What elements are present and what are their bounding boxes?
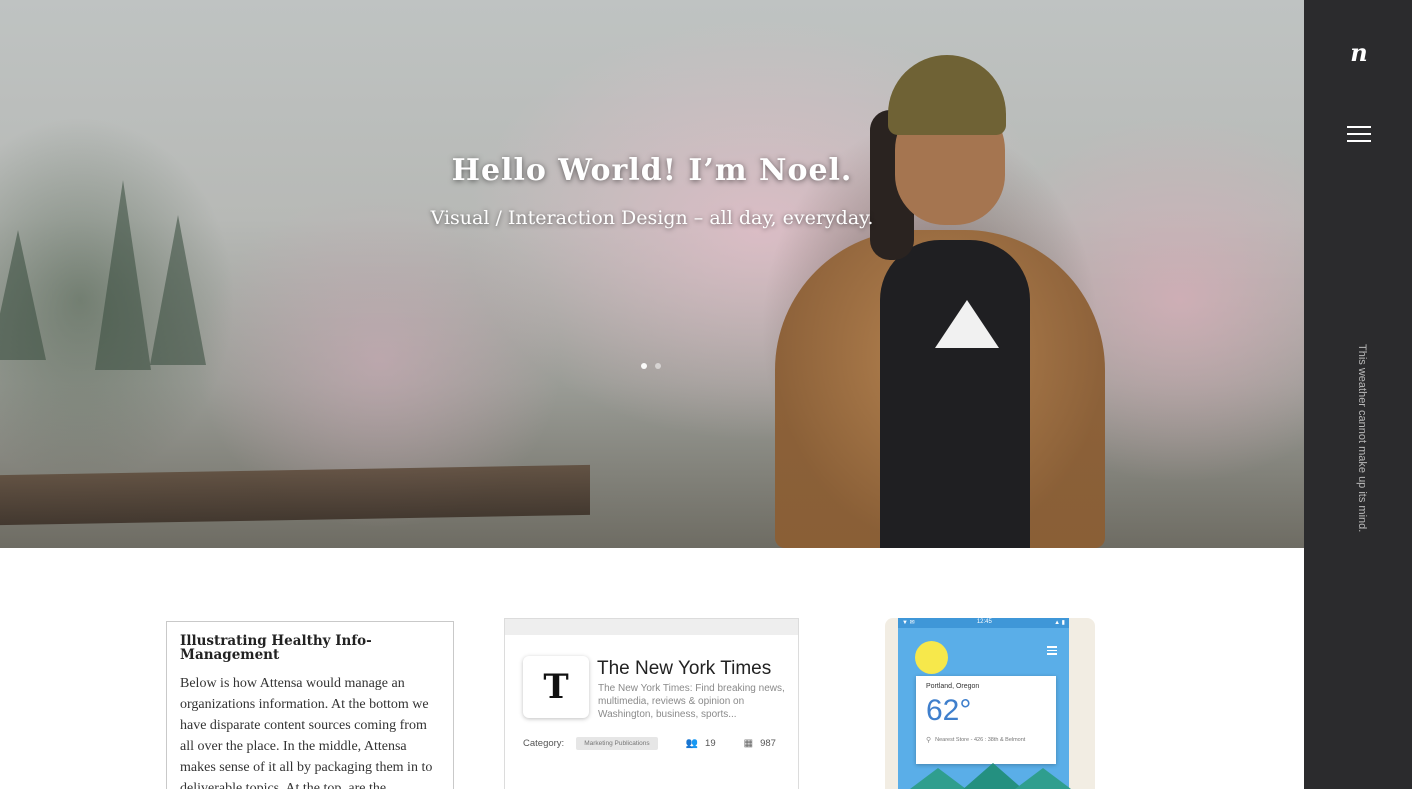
app-menu-icon [1047,646,1057,657]
people-icon: 👥 [685,738,699,749]
project-card-weather-app[interactable]: ▼ ✉ 12:45 ▲ ▮ Portland, Oregon 62° ⚲ Nea… [885,618,1095,789]
slider-dot[interactable] [641,363,647,369]
category-label: Category: [523,738,565,749]
sun-icon [915,641,948,674]
publication-description: The New York Times: Find breaking news, … [598,683,785,720]
location-pin-icon: ⚲ [926,737,932,744]
hero-subtitle: Visual / Interaction Design – all day, e… [430,207,874,229]
nearest-store-text: Nearest Store - 426 : 38th & Belmont [935,737,1026,743]
background-tree [0,230,46,360]
publication-meta: Category: Marketing Publications 👥 19 ▦ … [523,737,776,750]
phone-screen: ▼ ✉ 12:45 ▲ ▮ Portland, Oregon 62° ⚲ Nea… [898,618,1083,789]
documents-count: 987 [760,738,776,749]
card-top-bar [505,619,798,635]
documents-stat: ▦ 987 [744,738,776,749]
status-time: 12:45 [976,619,992,625]
hamburger-menu-icon[interactable] [1347,126,1371,142]
person-beanie [888,55,1006,135]
status-icons-right: ▲ ▮ [1054,620,1065,626]
weather-city: Portland, Oregon [926,683,980,690]
publication-name: The New York Times [597,658,772,679]
park-bench [0,464,590,526]
status-icons-left: ▼ ✉ [902,620,915,626]
card-body: Below is how Attensa would manage an org… [180,676,433,789]
sidebar-tagline: This weather cannot make up its mind. [1356,344,1368,533]
category-chip: Marketing Publications [576,737,658,750]
card-title: Illustrating Healthy Info-Management [180,633,372,663]
project-card-nyt[interactable]: T The New York Times The New York Times:… [504,618,799,789]
background-tree [150,215,206,365]
hero-slider: Hello World! I’m Noel. Visual / Interact… [0,0,1304,548]
project-card-attensa[interactable]: Illustrating Healthy Info-Management Bel… [166,621,454,789]
shirt-mountain-logo [935,300,999,348]
hero-title: Hello World! I’m Noel. [451,153,853,188]
mountain-shape [1003,768,1083,789]
documents-icon: ▦ [743,738,754,749]
weather-card: Portland, Oregon 62° ⚲ Nearest Store - 4… [916,676,1056,764]
phone-status-bar: ▼ ✉ 12:45 ▲ ▮ [898,618,1069,628]
weather-temperature: 62° [926,694,972,727]
slider-pagination [641,363,661,369]
people-count: 19 [705,738,716,749]
nyt-logo-icon: T [523,656,589,718]
person-shirt [880,240,1030,548]
site-logo[interactable]: n [1346,38,1372,67]
nearest-store: ⚲ Nearest Store - 426 : 38th & Belmont [926,736,1046,744]
slider-dot[interactable] [655,363,661,369]
people-stat: 👥 19 [686,738,716,749]
